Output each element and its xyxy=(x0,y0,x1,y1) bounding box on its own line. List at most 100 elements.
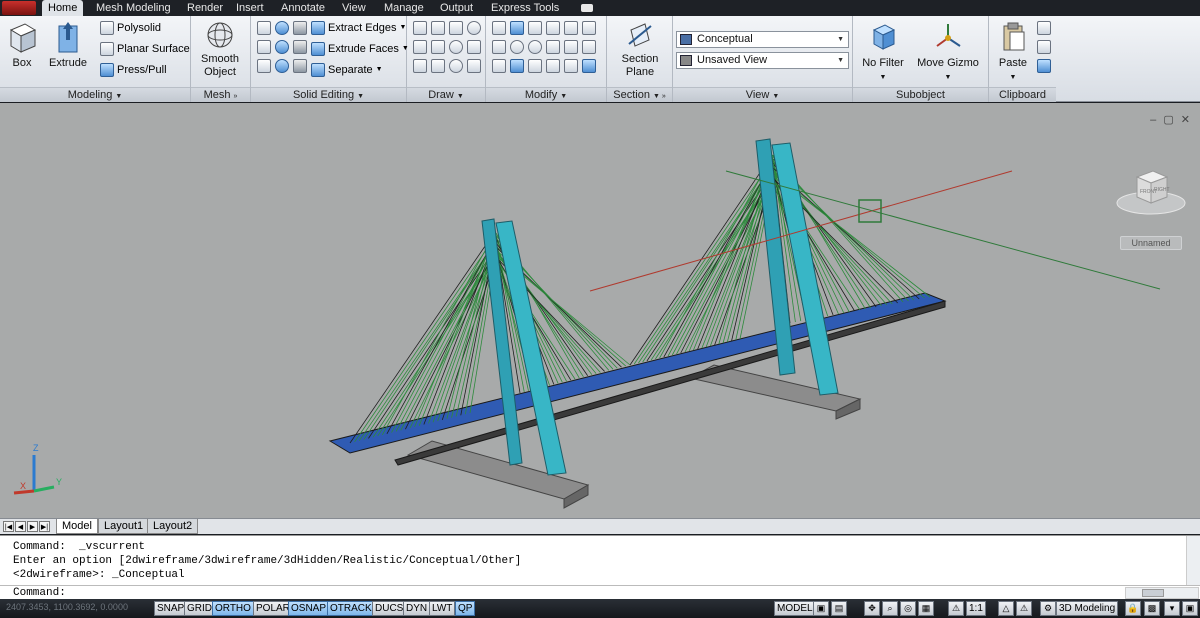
annotation-visibility-icon[interactable]: △ xyxy=(998,601,1014,616)
trim-icon[interactable] xyxy=(564,21,578,35)
grid-toggle[interactable]: GRID xyxy=(184,601,215,616)
scale-icon[interactable] xyxy=(492,21,506,35)
rectangle-icon[interactable] xyxy=(431,59,445,73)
status-bar-menu-icon[interactable]: ▾ xyxy=(1164,601,1180,616)
copy-clip-icon[interactable] xyxy=(1037,40,1051,54)
panel-title-draw[interactable]: Draw ▼ xyxy=(407,87,485,102)
helix-icon[interactable] xyxy=(467,40,481,54)
layout-tab-model[interactable]: Model xyxy=(56,519,98,534)
next-layout-button[interactable]: ▶ xyxy=(27,521,38,532)
copy-icon[interactable] xyxy=(582,59,596,73)
offset-icon[interactable] xyxy=(528,59,542,73)
chamfer-icon[interactable] xyxy=(582,40,596,54)
otrack-toggle[interactable]: OTRACK xyxy=(327,601,375,616)
application-menu-button[interactable] xyxy=(2,1,36,15)
rotate-icon[interactable] xyxy=(510,40,524,54)
extract-edges-button[interactable]: Extract Edges ▼ xyxy=(311,19,406,37)
thicken-icon[interactable] xyxy=(257,59,271,73)
showmotion-icon[interactable]: ▦ xyxy=(918,601,934,616)
zoom-icon[interactable]: ⌕ xyxy=(882,601,898,616)
viewport-window-controls[interactable]: – ▢ ✕ xyxy=(1150,113,1192,126)
line-icon[interactable] xyxy=(413,21,427,35)
paste-button[interactable]: Paste ▼ xyxy=(993,20,1033,84)
circle-icon[interactable] xyxy=(467,21,481,35)
clean-screen-icon[interactable]: ▣ xyxy=(1182,601,1198,616)
tab-output[interactable]: Output xyxy=(434,0,479,16)
annotation-scale-dropdown[interactable]: 1:1 xyxy=(966,601,986,616)
cut-icon[interactable] xyxy=(1037,21,1051,35)
move-gizmo-button[interactable]: Move Gizmo ▼ xyxy=(915,20,981,84)
imprint-icon[interactable] xyxy=(293,21,307,35)
model-space-toggle[interactable]: MODEL xyxy=(774,601,816,616)
box-button[interactable]: Box xyxy=(4,20,40,70)
first-layout-button[interactable]: |◀ xyxy=(3,521,14,532)
pan-icon[interactable]: ✥ xyxy=(864,601,880,616)
tab-annotate[interactable]: Annotate xyxy=(275,0,331,16)
fillet-edge-icon[interactable] xyxy=(293,59,307,73)
3d-align-icon[interactable] xyxy=(528,40,542,54)
auto-scale-icon[interactable]: ⚠ xyxy=(1016,601,1032,616)
intersect-icon[interactable] xyxy=(257,40,271,54)
visual-style-dropdown[interactable]: Conceptual ▼ xyxy=(676,31,849,48)
hatch-icon[interactable] xyxy=(467,59,481,73)
tab-home[interactable]: Home xyxy=(42,0,84,16)
union-icon[interactable] xyxy=(257,21,271,35)
panel-title-modeling[interactable]: Modeling ▼ xyxy=(0,87,190,102)
named-view-label[interactable]: Unnamed xyxy=(1120,236,1182,250)
command-history-scrollbar[interactable] xyxy=(1186,536,1200,586)
last-layout-button[interactable]: ▶| xyxy=(39,521,50,532)
ellipse-icon[interactable] xyxy=(449,59,463,73)
qp-toggle[interactable]: QP xyxy=(455,601,476,616)
lock-icon[interactable]: 🔒 xyxy=(1125,601,1141,616)
dyn-toggle[interactable]: DYN xyxy=(403,601,431,616)
match-properties-icon[interactable] xyxy=(1037,59,1051,73)
no-filter-button[interactable]: No Filter ▼ xyxy=(859,20,907,84)
panel-title-modify[interactable]: Modify ▼ xyxy=(486,87,606,102)
subtract-icon[interactable] xyxy=(275,21,289,35)
model-viewport[interactable]: Z X Y – ▢ ✕ FRONT RIGHT Unnamed xyxy=(0,103,1200,518)
move-icon[interactable] xyxy=(528,21,542,35)
section-plane-button[interactable]: Section Plane xyxy=(613,20,667,79)
spline-icon[interactable] xyxy=(413,40,427,54)
named-view-dropdown[interactable]: Unsaved View ▼ xyxy=(676,52,849,69)
ortho-toggle[interactable]: ORTHO xyxy=(212,601,254,616)
steering-wheel-icon[interactable]: ◎ xyxy=(900,601,916,616)
osnap-toggle[interactable]: OSNAP xyxy=(288,601,330,616)
layout-tab-layout2[interactable]: Layout2 xyxy=(147,519,199,534)
snap-toggle[interactable]: SNAP xyxy=(154,601,188,616)
tab-insert[interactable]: Insert xyxy=(230,0,270,16)
presspull-button[interactable]: Press/Pull xyxy=(100,61,167,79)
command-input[interactable]: Command: xyxy=(0,585,1200,600)
shell-icon[interactable] xyxy=(275,59,289,73)
panel-title-view[interactable]: View ▼ xyxy=(673,87,852,102)
align-icon[interactable] xyxy=(492,40,506,54)
extrude-button[interactable]: Extrude xyxy=(46,20,90,70)
lwt-toggle[interactable]: LWT xyxy=(429,601,456,616)
panel-title-section[interactable]: Section ▼ » xyxy=(607,87,672,102)
arc-icon[interactable] xyxy=(449,21,463,35)
mirror-icon[interactable] xyxy=(546,40,560,54)
smooth-object-button[interactable]: Smooth Object xyxy=(195,20,245,79)
fillet-icon[interactable] xyxy=(564,40,578,54)
separate-button[interactable]: Separate ▼ xyxy=(311,61,383,79)
tab-manage[interactable]: Manage xyxy=(378,0,430,16)
minimize-ribbon-icon[interactable] xyxy=(581,4,593,12)
tab-mesh-modeling[interactable]: Mesh Modeling xyxy=(90,0,177,16)
3d-polyline-icon[interactable] xyxy=(431,40,445,54)
polyline-icon[interactable] xyxy=(431,21,445,35)
explode-icon[interactable] xyxy=(546,59,560,73)
panel-title-solid-editing[interactable]: Solid Editing ▼ xyxy=(251,87,406,102)
workspace-switch-dropdown[interactable]: 3D Modeling xyxy=(1056,601,1119,616)
tab-render[interactable]: Render xyxy=(181,0,229,16)
workspace-gear-icon[interactable]: ⚙ xyxy=(1040,601,1056,616)
3d-rotate-icon[interactable] xyxy=(510,21,524,35)
tab-express-tools[interactable]: Express Tools xyxy=(485,0,565,16)
command-horizontal-scrollbar[interactable] xyxy=(1125,587,1199,599)
ducs-toggle[interactable]: DUCS xyxy=(372,601,407,616)
interfere-icon[interactable] xyxy=(275,40,289,54)
array-icon[interactable] xyxy=(492,59,506,73)
viewcube[interactable]: FRONT RIGHT xyxy=(1113,163,1189,218)
polysolid-button[interactable]: Polysolid xyxy=(100,19,161,37)
planar-surface-button[interactable]: Planar Surface xyxy=(100,40,190,58)
scrollbar-thumb[interactable] xyxy=(1142,589,1164,597)
